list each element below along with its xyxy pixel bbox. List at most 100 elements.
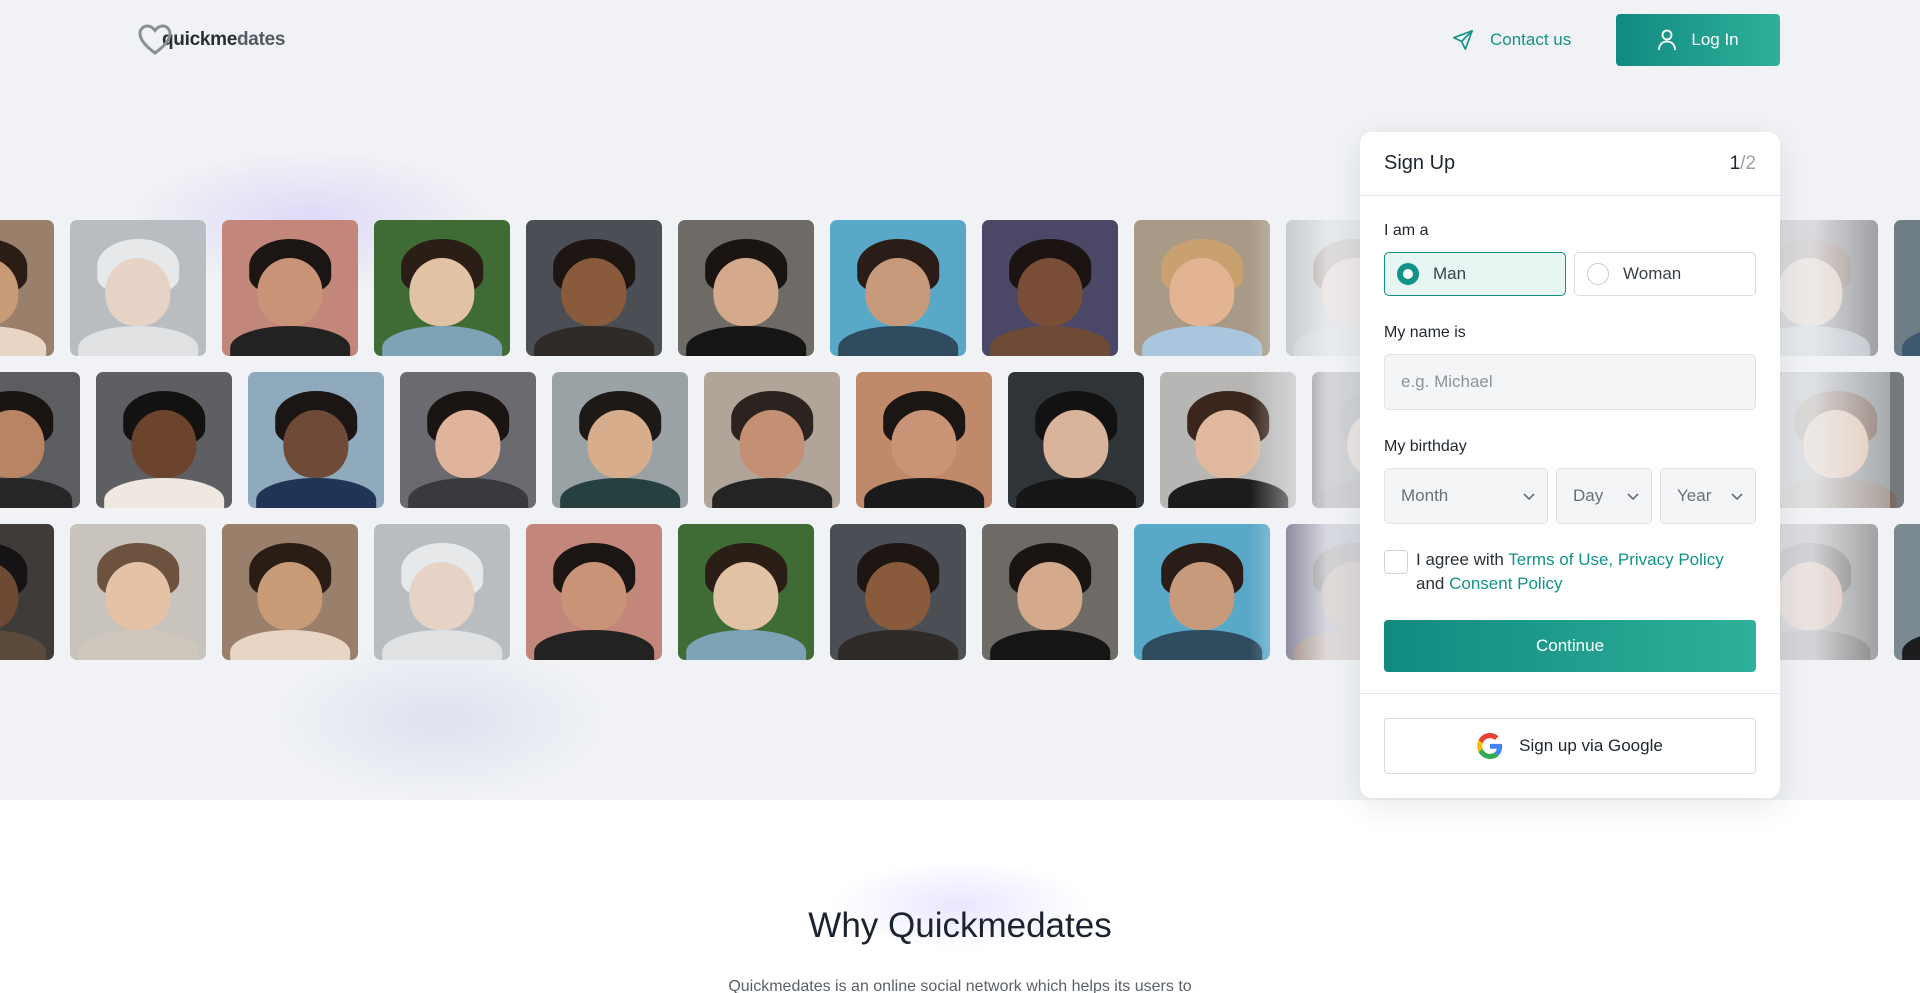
login-label: Log In [1691,30,1739,49]
photo-body [230,326,350,356]
chevron-down-icon [1731,493,1743,501]
site-header: quickmedates Contact us Log In [0,0,1920,80]
photo-face [713,562,779,631]
photo-face [739,410,805,479]
gender-option-man[interactable]: Man [1384,252,1566,296]
photo-body [382,630,502,660]
photo-body [990,326,1110,356]
photo-face [257,562,323,631]
photo-body [78,630,198,660]
logo-text: quickmedates [162,29,285,51]
photo-body [78,326,198,356]
photo-body [104,478,224,508]
profile-photo [678,220,814,356]
photo-face [435,410,501,479]
birthday-selects: Month Day Year [1384,468,1756,524]
photo-body [864,478,984,508]
chevron-down-icon [1627,493,1639,501]
photo-body [534,326,654,356]
profile-photo [526,524,662,660]
photo-body [1142,630,1262,660]
gender-options: Man Woman [1384,252,1756,296]
agreement-text: I agree with Terms of Use, Privacy Polic… [1416,548,1756,596]
consent-link[interactable]: Consent Policy [1449,574,1562,593]
photo-body [712,478,832,508]
terms-link[interactable]: Terms of Use, [1508,550,1613,569]
photo-face [1169,258,1235,327]
photo-body [1142,326,1262,356]
google-signup-button[interactable]: Sign up via Google [1384,718,1756,774]
gender-option-label: Woman [1623,264,1682,283]
photo-body [686,630,806,660]
why-title: Why Quickmedates [808,906,1112,945]
signup-title: Sign Up [1384,152,1456,174]
signup-card: Sign Up 1/2 I am a Man Woman My name is … [1360,132,1780,798]
name-input[interactable] [1384,354,1756,410]
profile-photo [0,524,54,660]
contact-us-link[interactable]: Contact us [1452,26,1571,54]
profile-photo [1008,372,1144,508]
profile-photo [96,372,232,508]
photo-body [560,478,680,508]
profile-photo [0,220,54,356]
hero-glow-bottom [270,640,610,800]
profile-photo [552,372,688,508]
photo-body [838,630,958,660]
profile-photo [982,524,1118,660]
photo-body [686,326,806,356]
agree-checkbox[interactable] [1384,550,1408,574]
photo-body [0,326,46,356]
photo-body [0,630,46,660]
photo-face [105,562,171,631]
photo-body [838,326,958,356]
profile-photo [856,372,992,508]
profile-photo [982,220,1118,356]
profile-photo [526,220,662,356]
agree-prefix: I agree with [1416,550,1509,569]
divider [1360,693,1780,694]
day-select[interactable]: Day [1556,468,1652,524]
step-indicator: 1/2 [1730,153,1756,175]
birthday-label: My birthday [1384,438,1467,455]
photo-face [409,562,475,631]
login-button[interactable]: Log In [1616,14,1780,66]
photo-face [257,258,323,327]
agreement-row: I agree with Terms of Use, Privacy Polic… [1384,548,1756,596]
agree-and: and [1416,574,1450,593]
radio-selected-icon [1397,263,1419,285]
photo-face [131,410,197,479]
photo-body [256,478,376,508]
google-signup-label: Sign up via Google [1519,736,1663,755]
gender-option-label: Man [1433,264,1467,283]
photo-body [0,478,72,508]
photo-face [1169,562,1235,631]
profile-photo [374,524,510,660]
photo-body [1016,478,1136,508]
step-total: /2 [1740,152,1756,174]
continue-button[interactable]: Continue [1384,620,1756,672]
profile-photo [1894,524,1920,660]
day-select-value: Day [1573,486,1604,505]
signup-form: I am a Man Woman My name is My birthday … [1360,196,1780,672]
photo-body [1902,326,1920,356]
radio-empty-icon [1587,263,1609,285]
gender-option-woman[interactable]: Woman [1574,252,1756,296]
photo-face [283,410,349,479]
year-select[interactable]: Year [1660,468,1756,524]
privacy-link[interactable]: Privacy Policy [1618,550,1724,569]
signup-card-header: Sign Up 1/2 [1360,132,1780,196]
month-select[interactable]: Month [1384,468,1548,524]
send-icon [1453,30,1473,50]
step-current: 1 [1729,152,1741,174]
google-icon [1477,733,1503,759]
year-select-value: Year [1677,486,1712,505]
photo-body [1902,630,1920,660]
photo-face [865,562,931,631]
photo-body [990,630,1110,660]
gender-label: I am a [1384,222,1429,239]
profile-photo [1894,220,1920,356]
logo[interactable]: quickmedates [138,22,285,58]
photo-face [561,562,627,631]
profile-photo [70,220,206,356]
profile-photo [374,220,510,356]
